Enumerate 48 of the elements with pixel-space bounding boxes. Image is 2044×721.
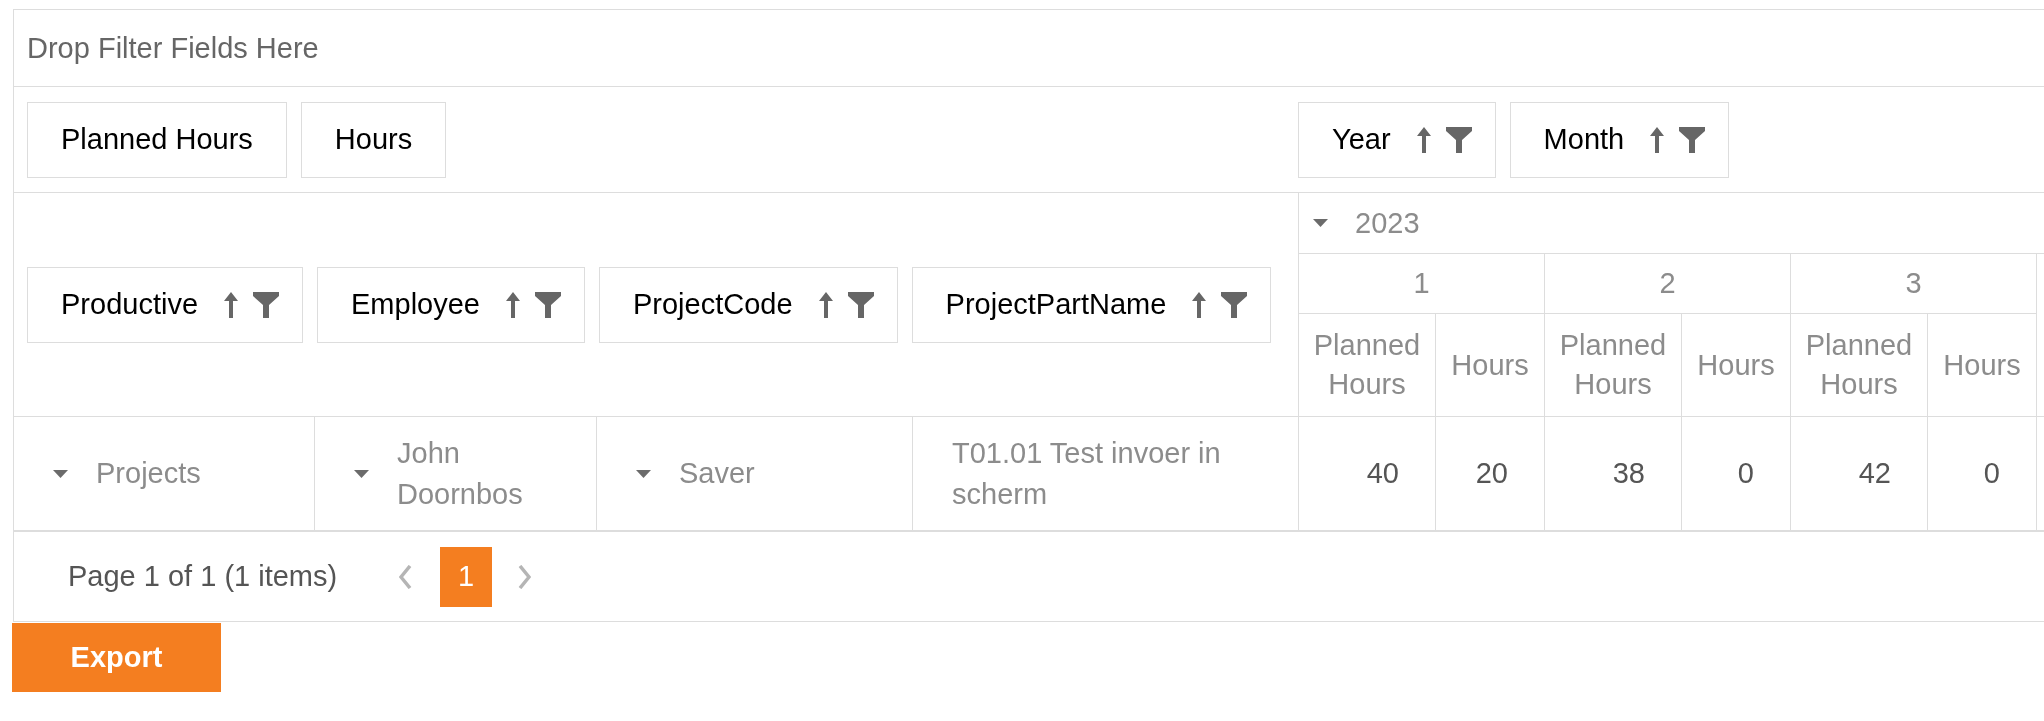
- caret-icon[interactable]: [354, 469, 369, 478]
- data-value: 42: [1858, 456, 1891, 491]
- field-button[interactable]: Month: [1509, 101, 1730, 178]
- field-button[interactable]: ProjectCode: [599, 266, 898, 343]
- chevron-right-icon: [518, 564, 532, 589]
- row-header: Saver: [679, 456, 755, 491]
- field-button[interactable]: ProjectPartName: [911, 266, 1272, 343]
- sort-arrow-icon[interactable]: [1192, 291, 1207, 318]
- field-button[interactable]: Planned Hours: [27, 101, 287, 178]
- filter-icon[interactable]: [535, 291, 561, 318]
- measure-header: Planned Hours: [1804, 328, 1914, 402]
- measure-header: Hours: [1451, 347, 1529, 383]
- data-value: 0: [1737, 456, 1754, 491]
- measure-header: Planned Hours: [1558, 328, 1668, 402]
- measure-header: Hours: [1943, 347, 2021, 383]
- caret-icon[interactable]: [1313, 219, 1328, 227]
- data-value: 20: [1475, 456, 1508, 491]
- sort-arrow-icon[interactable]: [506, 291, 520, 318]
- data-value: 38: [1612, 456, 1645, 491]
- column-header: 2023: [1355, 205, 1420, 241]
- field-button[interactable]: Employee: [317, 266, 585, 343]
- field-button[interactable]: Year: [1298, 101, 1496, 178]
- filter-icon[interactable]: [253, 291, 279, 318]
- filter-icon[interactable]: [847, 291, 874, 318]
- sort-arrow-icon[interactable]: [224, 291, 238, 318]
- sort-arrow-icon[interactable]: [1416, 126, 1431, 153]
- measure-header: Hours: [1697, 347, 1775, 383]
- column-header: 3: [1905, 266, 1922, 301]
- sort-arrow-icon[interactable]: [1650, 126, 1665, 153]
- filter-icon[interactable]: [1221, 291, 1248, 318]
- caret-icon[interactable]: [53, 469, 68, 478]
- field-button[interactable]: Hours: [300, 101, 447, 178]
- caret-icon[interactable]: [636, 469, 651, 478]
- row-header: T01.01 Test invoer in scherm: [952, 435, 1222, 512]
- chevron-left-icon: [399, 564, 413, 589]
- measure-header: Planned Hours: [1312, 328, 1422, 402]
- row-header: John Doornbos: [397, 435, 524, 512]
- data-value: 0: [1983, 456, 2000, 491]
- field-button[interactable]: Productive: [27, 266, 303, 343]
- filter-drop-area-label: Drop Filter Fields Here: [27, 30, 319, 66]
- data-value: 40: [1366, 456, 1399, 491]
- filter-icon[interactable]: [1679, 126, 1706, 153]
- column-header: 2: [1659, 266, 1676, 301]
- row-header: Projects: [96, 456, 201, 491]
- sort-arrow-icon[interactable]: [818, 291, 833, 318]
- pager-summary: Page 1 of 1 (1 items): [68, 559, 338, 594]
- column-header: 1: [1413, 266, 1430, 301]
- filter-icon[interactable]: [1445, 126, 1472, 153]
